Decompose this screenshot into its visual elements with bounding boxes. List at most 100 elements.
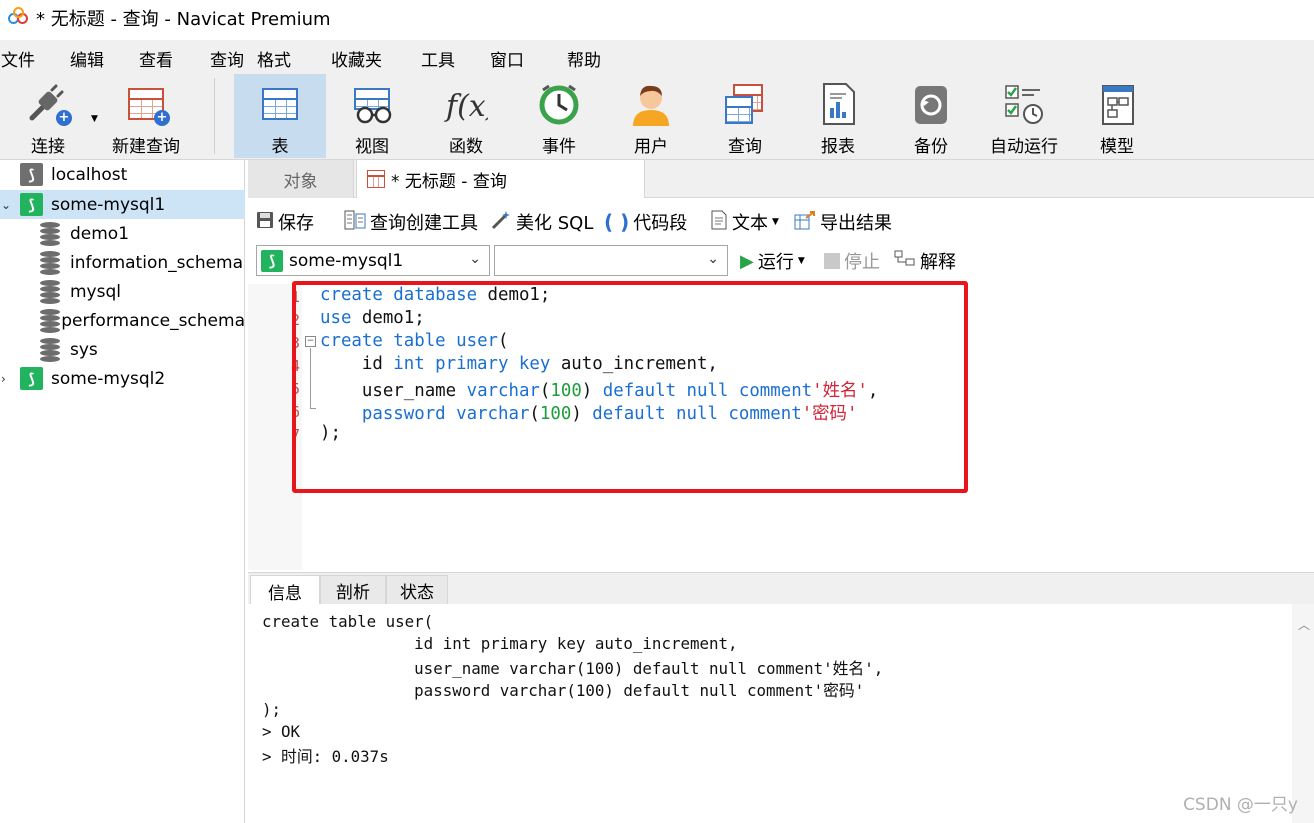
save-label: 保存 bbox=[278, 213, 314, 234]
beautify-sql-label: 美化 SQL bbox=[516, 213, 594, 234]
output-line: password varchar(100) default null comme… bbox=[262, 681, 865, 700]
automation-icon bbox=[1002, 82, 1046, 126]
view-button[interactable]: 视图 bbox=[326, 74, 418, 158]
watermark: CSDN @一只y bbox=[1183, 795, 1298, 815]
code-snippet-label: 代码段 bbox=[633, 213, 688, 234]
svg-text:f(x): f(x) bbox=[444, 89, 488, 124]
tree-item-sys[interactable]: sys bbox=[0, 335, 245, 364]
function-label: 函数 bbox=[449, 137, 483, 157]
menu-query[interactable]: 查询 bbox=[210, 46, 244, 71]
model-icon bbox=[1095, 82, 1139, 126]
database-icon bbox=[40, 308, 60, 333]
run-label: 运行 bbox=[757, 252, 794, 273]
red-highlight-annotation bbox=[292, 281, 968, 493]
tree-item-label: performance_schema bbox=[61, 310, 245, 331]
run-button[interactable]: ▶ 运行 ▼ bbox=[740, 248, 805, 274]
stop-button[interactable]: 停止 bbox=[824, 248, 880, 274]
user-label: 用户 bbox=[634, 137, 668, 157]
output-line: > OK bbox=[262, 722, 301, 741]
menu-favorites[interactable]: 收藏夹 bbox=[331, 46, 382, 71]
menu-bar: 文件 编辑 查看 查询 格式 收藏夹 工具 窗口 帮助 bbox=[0, 40, 1314, 74]
menu-view[interactable]: 查看 bbox=[139, 46, 173, 71]
backup-button[interactable]: 备份 bbox=[885, 74, 977, 158]
connection-bar: ⟆ some-mysql1 ⌄ ⌄ ▶ 运行 ▼ 停止 解释 bbox=[248, 243, 1314, 283]
model-button[interactable]: 模型 bbox=[1071, 74, 1163, 158]
connect-dropdown-arrow-icon[interactable]: ▼ bbox=[91, 114, 98, 124]
database-select[interactable]: ⌄ bbox=[494, 245, 728, 276]
tree-item-some-mysql2[interactable]: › ⟆ some-mysql2 bbox=[0, 364, 245, 393]
connect-button[interactable]: + 连接 bbox=[4, 74, 92, 158]
query-button[interactable]: 查询 bbox=[699, 74, 791, 158]
tree-item-information-schema[interactable]: information_schema bbox=[0, 248, 245, 277]
new-query-label: 新建查询 bbox=[112, 137, 180, 157]
chevron-right-icon[interactable]: › bbox=[1, 372, 6, 386]
new-query-button[interactable]: + 新建查询 bbox=[100, 74, 192, 158]
text-button[interactable]: 文本 ▼ bbox=[710, 209, 779, 235]
connection-select-value: some-mysql1 bbox=[289, 250, 404, 271]
message-output: create table user( id int primary key au… bbox=[248, 604, 1314, 823]
tree-item-label: some-mysql2 bbox=[51, 368, 166, 389]
database-icon bbox=[40, 250, 60, 275]
toolbar-separator bbox=[214, 78, 215, 154]
table-button[interactable]: 表 bbox=[234, 74, 326, 158]
menu-window[interactable]: 窗口 bbox=[490, 46, 524, 71]
user-icon bbox=[629, 82, 673, 126]
connection-select[interactable]: ⟆ some-mysql1 ⌄ bbox=[256, 245, 490, 276]
chevron-down-icon[interactable]: ⌄ bbox=[1, 198, 11, 212]
tree-item-some-mysql1[interactable]: ⌄ ⟆ some-mysql1 bbox=[0, 190, 245, 219]
tab-profile[interactable]: 剖析 bbox=[320, 575, 386, 605]
tree-item-label: some-mysql1 bbox=[51, 194, 166, 215]
tree-item-label: demo1 bbox=[70, 223, 130, 244]
code-snippet-button[interactable]: ( ) 代码段 bbox=[604, 209, 687, 235]
tab-status[interactable]: 状态 bbox=[386, 575, 448, 605]
tree-item-demo1[interactable]: demo1 bbox=[0, 219, 245, 248]
mysql-connection-icon: ⟆ bbox=[20, 193, 43, 216]
output-line: ); bbox=[262, 700, 282, 719]
tree-item-localhost[interactable]: ⟆ localhost bbox=[0, 160, 245, 189]
connect-label: 连接 bbox=[31, 137, 65, 157]
backup-icon bbox=[909, 82, 953, 126]
database-icon bbox=[40, 279, 60, 304]
save-button[interactable]: 保存 bbox=[256, 209, 314, 235]
stop-label: 停止 bbox=[844, 252, 880, 273]
tab-query-label: * 无标题 - 查询 bbox=[391, 171, 507, 192]
sql-editor[interactable]: 1 2 3 4 5 6 7 − create database demo1; u… bbox=[248, 281, 1314, 570]
snippet-icon: ( ) bbox=[604, 210, 630, 234]
beautify-sql-button[interactable]: 美化 SQL bbox=[490, 209, 593, 235]
window-title: * 无标题 - 查询 - Navicat Premium bbox=[36, 9, 331, 30]
export-results-button[interactable]: 导出结果 bbox=[794, 209, 892, 235]
user-button[interactable]: 用户 bbox=[605, 74, 697, 158]
tree-item-mysql[interactable]: mysql bbox=[0, 277, 245, 306]
menu-file[interactable]: 文件 bbox=[1, 46, 35, 71]
scroll-up-icon[interactable]: ︿ bbox=[1298, 616, 1310, 633]
mysql-connection-icon: ⟆ bbox=[20, 163, 43, 186]
menu-edit[interactable]: 编辑 bbox=[70, 46, 104, 71]
chevron-down-icon: ▼ bbox=[797, 256, 805, 266]
automation-label: 自动运行 bbox=[990, 137, 1058, 157]
tab-query[interactable]: * 无标题 - 查询 bbox=[356, 160, 645, 198]
view-label: 视图 bbox=[355, 137, 389, 157]
navigation-pane: ⟆ localhost ⌄ ⟆ some-mysql1 demo1 inform… bbox=[0, 160, 245, 823]
tab-info[interactable]: 信息 bbox=[250, 575, 320, 606]
explain-label: 解释 bbox=[920, 252, 956, 273]
event-label: 事件 bbox=[542, 137, 576, 157]
menu-tools[interactable]: 工具 bbox=[421, 46, 455, 71]
function-icon: f(x) bbox=[444, 82, 497, 126]
report-button[interactable]: 报表 bbox=[792, 74, 884, 158]
function-button[interactable]: f(x) 函数 bbox=[420, 74, 512, 158]
clock-icon bbox=[537, 82, 581, 126]
tree-item-performance-schema[interactable]: performance_schema bbox=[0, 306, 245, 335]
explain-button[interactable]: 解释 bbox=[894, 248, 956, 274]
tab-objects[interactable]: 对象 bbox=[248, 160, 354, 198]
title-bar: * 无标题 - 查询 - Navicat Premium bbox=[0, 0, 1314, 36]
query-builder-button[interactable]: 查询创建工具 bbox=[344, 209, 478, 235]
query-icon bbox=[723, 82, 767, 126]
event-button[interactable]: 事件 bbox=[513, 74, 605, 158]
output-line: create table user( bbox=[262, 612, 434, 631]
automation-button[interactable]: 自动运行 bbox=[978, 74, 1070, 158]
main-toolbar: + 连接 + 新建查询 表 视图 f(x) 函数 bbox=[0, 74, 1314, 160]
save-icon bbox=[256, 211, 274, 234]
result-tabs: 信息 剖析 状态 bbox=[248, 572, 1314, 606]
menu-help[interactable]: 帮助 bbox=[567, 46, 601, 71]
menu-format[interactable]: 格式 bbox=[257, 46, 291, 71]
